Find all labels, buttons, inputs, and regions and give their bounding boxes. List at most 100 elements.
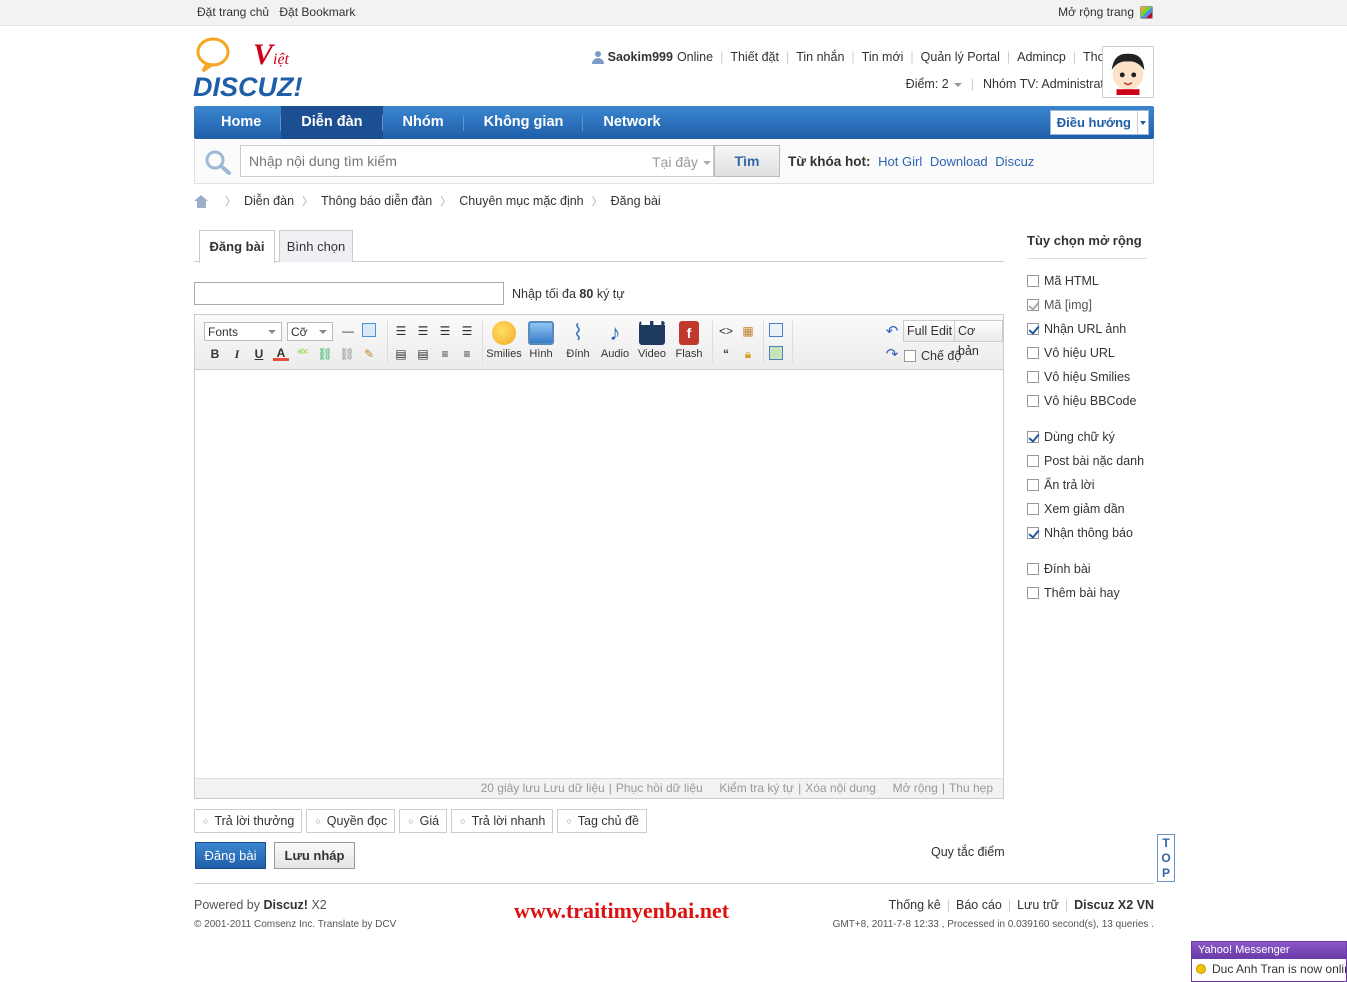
- align-left-icon[interactable]: ☰: [393, 323, 409, 339]
- option-row[interactable]: Thêm bài hay: [1027, 581, 1147, 605]
- mode-toggle[interactable]: Chế độ: [904, 349, 961, 363]
- option-row[interactable]: Mã HTML: [1027, 269, 1147, 293]
- lock-icon[interactable]: 🔒︎: [740, 346, 756, 362]
- online-status[interactable]: Online: [677, 50, 713, 64]
- search-scope-dropdown[interactable]: Tại đây: [652, 154, 711, 170]
- option-row[interactable]: Vô hiệu URL: [1027, 341, 1147, 365]
- points-rules-link[interactable]: Quy tắc điểm: [931, 845, 1005, 859]
- tab-post[interactable]: Đăng bài: [199, 230, 275, 263]
- nav-network[interactable]: Network: [583, 106, 680, 139]
- report-link[interactable]: Báo cáo: [956, 898, 1002, 912]
- import-icon[interactable]: [769, 346, 783, 360]
- option-row[interactable]: Ẩn trả lời: [1027, 473, 1147, 497]
- code-icon[interactable]: <>: [718, 323, 734, 339]
- hot-keyword-link[interactable]: Hot Girl: [878, 154, 922, 169]
- nav-home[interactable]: Home: [201, 106, 282, 139]
- font-select[interactable]: Fonts: [204, 322, 282, 341]
- search-input[interactable]: [240, 145, 714, 177]
- new-posts-link[interactable]: Tin mới: [862, 50, 904, 64]
- option-checkbox[interactable]: [1027, 455, 1039, 467]
- option-row[interactable]: Post bài nặc danh: [1027, 449, 1147, 473]
- align-justify-icon[interactable]: ☰: [459, 323, 475, 339]
- reward-reply-tab[interactable]: Trả lời thưởng: [194, 809, 303, 833]
- option-row[interactable]: Dùng chữ ký: [1027, 425, 1147, 449]
- hot-keyword-link[interactable]: Download: [930, 154, 988, 169]
- discuz-logo[interactable]: V iệt DISCUZ!: [193, 34, 333, 102]
- breadcrumb-item[interactable]: Thông báo diễn đàn: [321, 194, 432, 208]
- settings-link[interactable]: Thiết đặt: [730, 50, 779, 64]
- user-group-link[interactable]: Nhóm TV: Administrator: [983, 77, 1115, 91]
- brand-link[interactable]: Discuz X2 VN: [1074, 898, 1154, 912]
- editor-text-area[interactable]: [195, 370, 1003, 778]
- home-icon[interactable]: [194, 194, 209, 208]
- option-row[interactable]: Nhận thông báo: [1027, 521, 1147, 545]
- option-checkbox[interactable]: [1027, 527, 1039, 539]
- archive-link[interactable]: Lưu trữ: [1017, 898, 1059, 912]
- ordered-list-icon[interactable]: ≡: [437, 346, 453, 362]
- float-left-icon[interactable]: ▤: [393, 346, 409, 362]
- font-size-select[interactable]: Cỡ: [287, 322, 333, 341]
- option-checkbox[interactable]: [1027, 431, 1039, 443]
- nav-space[interactable]: Không gian: [464, 106, 584, 139]
- option-checkbox[interactable]: [1027, 347, 1039, 359]
- option-row[interactable]: Đính bài: [1027, 557, 1147, 581]
- portal-admin-link[interactable]: Quản lý Portal: [921, 50, 1000, 64]
- option-row[interactable]: Mã [img]: [1027, 293, 1147, 317]
- bold-button[interactable]: B: [207, 346, 223, 362]
- theme-icon[interactable]: [1140, 5, 1153, 19]
- expand-editor-link[interactable]: Mở rộng: [893, 781, 938, 795]
- restore-data-link[interactable]: Phục hồi dữ liệu: [616, 781, 703, 795]
- video-button[interactable]: Video: [634, 321, 670, 360]
- clear-format-icon[interactable]: ✎: [361, 346, 377, 362]
- save-draft-button[interactable]: Lưu nháp: [274, 842, 355, 869]
- nav-groups[interactable]: Nhóm: [383, 106, 464, 139]
- option-checkbox[interactable]: [1027, 587, 1039, 599]
- set-home-link[interactable]: Đặt trang chủ: [197, 5, 269, 19]
- option-row[interactable]: Vô hiệu Smilies: [1027, 365, 1147, 389]
- align-center-icon[interactable]: ☰: [415, 323, 431, 339]
- price-tab[interactable]: Giá: [399, 809, 448, 833]
- attachment-button[interactable]: ⌇ Đính: [560, 321, 596, 361]
- italic-button[interactable]: I: [229, 346, 245, 362]
- float-right-icon[interactable]: ▤: [415, 346, 431, 362]
- check-length-link[interactable]: Kiểm tra ký tự: [719, 781, 794, 795]
- audio-button[interactable]: ♪ Audio: [597, 321, 633, 361]
- table-icon[interactable]: [362, 323, 376, 337]
- discuz-link[interactable]: Discuz!: [264, 898, 308, 912]
- text-color-button[interactable]: A: [273, 345, 289, 361]
- back-to-top-button[interactable]: TOP: [1157, 834, 1175, 882]
- search-button[interactable]: Tìm: [714, 145, 780, 177]
- option-row[interactable]: Nhận URL ảnh: [1027, 317, 1147, 341]
- quick-reply-tab[interactable]: Trả lời nhanh: [451, 809, 554, 833]
- save-data-link[interactable]: Lưu dữ liệu: [543, 781, 604, 795]
- hot-keyword-link[interactable]: Discuz: [995, 154, 1034, 169]
- flash-button[interactable]: f Flash: [671, 321, 707, 360]
- horizontal-rule-icon[interactable]: —: [340, 323, 356, 339]
- points-dropdown[interactable]: Điểm: 2: [906, 77, 962, 91]
- option-checkbox[interactable]: [1027, 371, 1039, 383]
- option-checkbox[interactable]: [1027, 479, 1039, 491]
- unordered-list-icon[interactable]: ≡: [459, 346, 475, 362]
- option-checkbox[interactable]: [1027, 563, 1039, 575]
- align-right-icon[interactable]: ☰: [437, 323, 453, 339]
- breadcrumb-item[interactable]: Chuyên mục mặc định: [459, 194, 583, 208]
- option-checkbox[interactable]: [1027, 395, 1039, 407]
- breadcrumb-item[interactable]: Diễn đàn: [244, 194, 294, 208]
- quote-icon[interactable]: “: [718, 346, 734, 362]
- unlink-icon[interactable]: ⛓: [339, 346, 355, 362]
- option-checkbox[interactable]: [1027, 323, 1039, 335]
- stats-link[interactable]: Thống kê: [889, 898, 941, 912]
- basic-mode-button[interactable]: Cơ bản: [954, 320, 1003, 358]
- spellcheck-icon[interactable]: ᵃᵇᶜ: [295, 346, 311, 362]
- tab-poll[interactable]: Bình chọn: [279, 230, 353, 262]
- admincp-link[interactable]: Admincp: [1017, 50, 1066, 64]
- option-checkbox[interactable]: [1027, 503, 1039, 515]
- link-icon[interactable]: ⛓: [317, 346, 333, 362]
- username-link[interactable]: Saokim999: [608, 50, 673, 64]
- subject-input[interactable]: [194, 282, 504, 305]
- underline-button[interactable]: U: [251, 346, 267, 362]
- yahoo-messenger-popup[interactable]: Yahoo! Messenger Duc Anh Tran is now onl…: [1191, 941, 1347, 982]
- undo-icon[interactable]: ↶: [884, 324, 900, 340]
- shrink-editor-link[interactable]: Thu hẹp: [949, 781, 993, 795]
- nav-forum[interactable]: Diễn đàn: [281, 106, 383, 139]
